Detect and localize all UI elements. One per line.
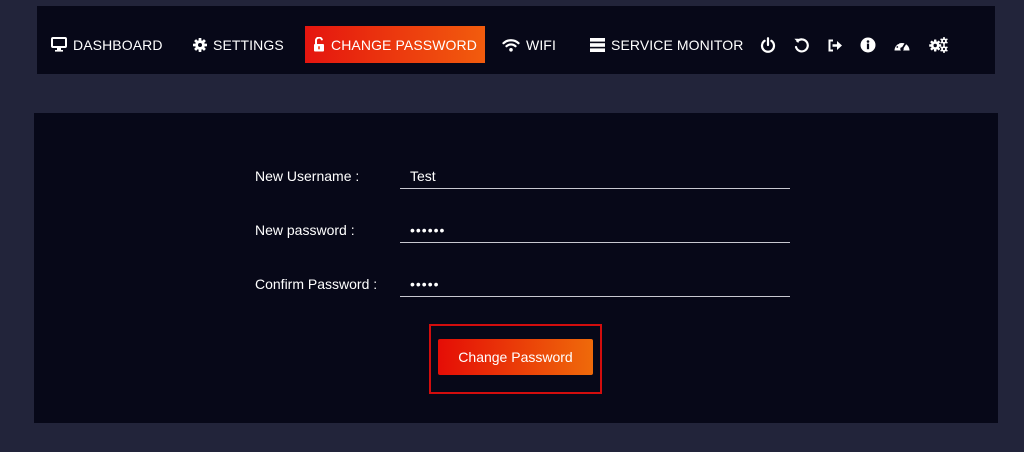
confirm-password-label: Confirm Password : [255,276,378,292]
new-password-label: New password : [255,222,355,238]
nav-dashboard[interactable]: DASHBOARD [51,26,163,63]
nav-wifi[interactable]: WIFI [502,26,556,63]
username-label: New Username : [255,168,360,184]
confirm-password-input[interactable] [400,271,790,297]
power-icon[interactable] [759,36,777,54]
new-password-input[interactable] [400,217,790,243]
nav-dashboard-label: DASHBOARD [73,36,163,53]
info-icon[interactable] [859,36,877,54]
wifi-icon [502,38,520,52]
nav-wifi-label: WIFI [526,36,556,53]
nav-service-monitor-label: SERVICE MONITOR [611,36,744,53]
nav-settings-label: SETTINGS [213,36,284,53]
nav-settings[interactable]: SETTINGS [193,26,284,63]
unlock-icon [313,37,325,52]
nav-change-password-label: CHANGE PASSWORD [331,36,477,53]
server-icon [590,37,605,52]
change-password-panel: New Username : New password : Confirm Pa… [34,113,998,423]
nav-change-password[interactable]: CHANGE PASSWORD [305,26,485,63]
undo-icon[interactable] [792,36,810,54]
top-navbar: DASHBOARD SETTINGS CHANGE PASSWORD WIFI … [37,6,995,74]
username-input[interactable] [400,163,790,189]
nav-service-monitor[interactable]: SERVICE MONITOR [590,26,743,63]
speedometer-icon[interactable] [893,36,911,54]
monitor-icon [51,37,67,52]
gears-icon[interactable] [929,36,949,54]
change-password-button[interactable]: Change Password [438,339,593,375]
gear-icon [193,37,207,52]
logout-icon[interactable] [826,36,844,54]
